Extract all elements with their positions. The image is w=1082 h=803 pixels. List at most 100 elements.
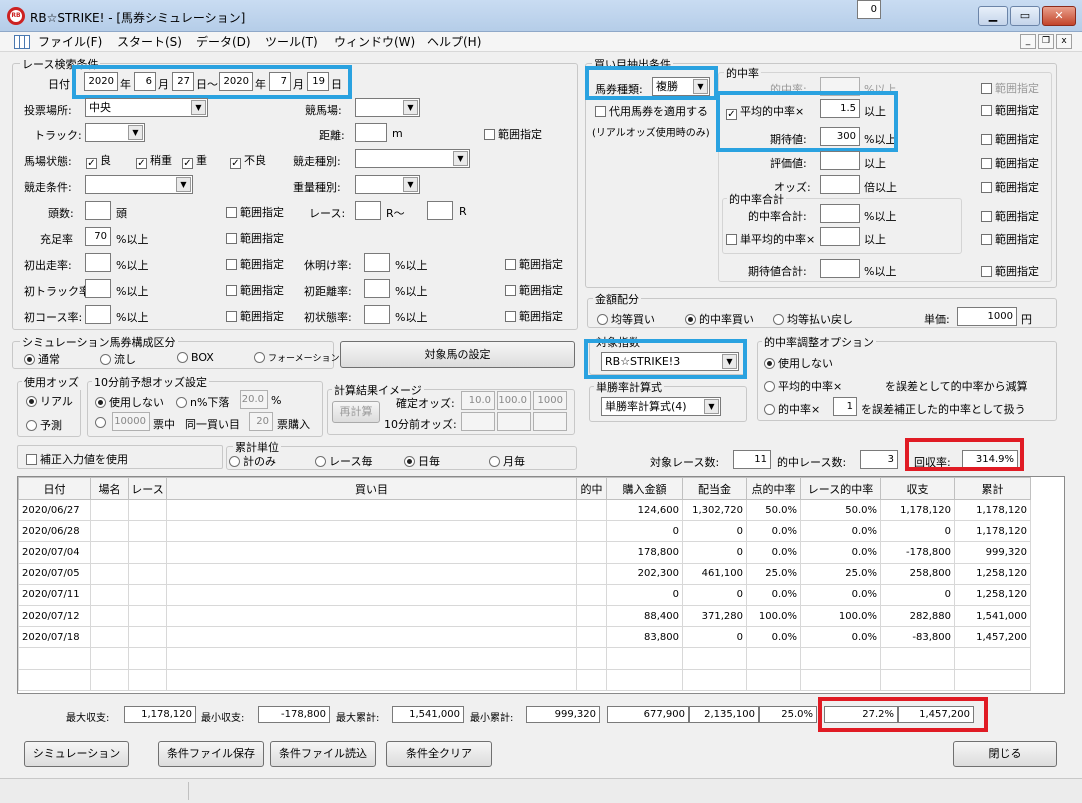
amount-input[interactable]: 10000 [112, 412, 150, 431]
equal-buy-radio[interactable]: 均等買い [597, 311, 655, 327]
col-date[interactable]: 日付 [18, 477, 91, 500]
from-month-input[interactable]: 6 [134, 72, 156, 91]
hit-input[interactable] [820, 77, 860, 96]
mdi-restore-icon[interactable]: ❐ [1038, 34, 1054, 49]
single-avg-input[interactable] [820, 227, 860, 246]
index-select[interactable]: RB☆STRIKE!3 ▼ [601, 352, 739, 371]
to-month-input[interactable]: 7 [269, 72, 291, 91]
exp-total-range-check[interactable]: 範囲指定 [981, 263, 1039, 279]
col-cumulative[interactable]: 累計 [954, 477, 1031, 500]
close-icon[interactable]: ✕ [1042, 6, 1076, 26]
unit-price-input[interactable]: 1000 [957, 307, 1017, 326]
single-avg-check[interactable]: 単平均的中率× [726, 231, 815, 247]
table-row[interactable]: 2020/07/18 83,800 0 0.0% 0.0% -83,800 1,457,20… [18, 626, 1031, 649]
col-payout[interactable]: 配当金 [682, 477, 747, 500]
odds-real-radio[interactable]: リアル [26, 393, 73, 409]
simulate-button[interactable]: シミュレーション [24, 741, 129, 767]
substitute-check[interactable]: 代用馬券を適用する [595, 103, 708, 119]
hit-total-input[interactable] [820, 204, 860, 223]
equal-return-radio[interactable]: 均等払い戻し [773, 311, 853, 327]
heads-range-check[interactable]: 範囲指定 [226, 204, 284, 220]
col-race[interactable]: レース [128, 477, 167, 500]
load-conditions-button[interactable]: 条件ファイル読込 [270, 741, 376, 767]
weight-select[interactable]: ▼ [355, 175, 420, 194]
table-row[interactable]: 2020/07/05 202,300 461,100 25.0% 25.0% 258,80… [18, 562, 1031, 585]
sim-normal-radio[interactable]: 通常 [24, 351, 60, 367]
first-state-input[interactable] [364, 305, 390, 324]
hit-range-check[interactable]: 範囲指定 [981, 80, 1039, 96]
first-course-input[interactable] [85, 305, 111, 324]
race-cond-select[interactable]: ▼ [85, 175, 193, 194]
adjust-avg-input[interactable]: 0 [857, 0, 881, 19]
sim-flow-radio[interactable]: 流し [100, 351, 136, 367]
first-range-check[interactable]: 範囲指定 [226, 256, 284, 272]
hit-total-range-check[interactable]: 範囲指定 [981, 208, 1039, 224]
same-input[interactable]: 20 [249, 412, 273, 431]
venue-select[interactable]: 中央 ▼ [85, 98, 208, 117]
rest-range-check[interactable]: 範囲指定 [505, 256, 563, 272]
cond-heavy-check[interactable]: ✓ 重 [182, 152, 207, 169]
odds10-drop-radio[interactable]: n%下落 [176, 394, 229, 410]
race-to-input[interactable] [427, 201, 453, 220]
table-row[interactable]: 2020/07/12 88,400 371,280 100.0% 100.0% 282,8… [18, 604, 1031, 628]
agg-race-radio[interactable]: レース毎 [315, 453, 372, 469]
agg-total-radio[interactable]: 計のみ [229, 453, 276, 469]
first-input[interactable] [85, 253, 111, 272]
single-avg-range-check[interactable]: 範囲指定 [981, 231, 1039, 247]
first-dist-range-check[interactable]: 範囲指定 [505, 282, 563, 298]
avg-hit-check[interactable]: ✓ 平均的中率× [726, 103, 804, 120]
recalc-button[interactable]: 再計算 [332, 401, 380, 423]
menu-start[interactable]: スタート(S) [114, 32, 185, 52]
agg-month-radio[interactable]: 月毎 [489, 453, 525, 469]
exp-total-input[interactable] [820, 259, 860, 278]
first-track-range-check[interactable]: 範囲指定 [226, 282, 284, 298]
distance-input[interactable] [355, 123, 387, 142]
odds-filter-input[interactable] [820, 175, 860, 194]
sim-formation-radio[interactable]: フォーメーション [254, 351, 339, 364]
correction-check[interactable]: 補正入力値を使用 [26, 451, 128, 467]
to-year-input[interactable]: 2020 [219, 72, 253, 91]
adjust-unused-radio[interactable]: 使用しない [764, 355, 833, 371]
close-button[interactable]: 閉じる [953, 741, 1057, 767]
distance-range-check[interactable]: 範囲指定 [484, 126, 542, 142]
menu-window[interactable]: ウィンドウ(W) [331, 32, 418, 52]
heads-input[interactable] [85, 201, 111, 220]
eval-range-check[interactable]: 範囲指定 [981, 155, 1039, 171]
adjust-rate-radio[interactable]: 的中率× [764, 401, 820, 417]
cond-slightly-check[interactable]: ✓ 稍重 [136, 152, 172, 169]
menu-help[interactable]: ヘルプ(H) [424, 32, 484, 52]
fill-input[interactable]: 70 [85, 227, 111, 246]
results-grid[interactable]: 日付 場名 レース 買い目 的中 購入金額 配当金 点的中率 レース的中率 収支… [17, 476, 1065, 694]
ticket-select[interactable]: 複勝 ▼ [652, 77, 710, 96]
odds10-unused-radio[interactable]: 使用しない [95, 394, 164, 410]
race-from-input[interactable] [355, 201, 381, 220]
avg-range-check[interactable]: 範囲指定 [981, 102, 1039, 118]
odds-forecast-radio[interactable]: 予測 [26, 417, 62, 433]
rest-input[interactable] [364, 253, 390, 272]
fill-range-check[interactable]: 範囲指定 [226, 230, 284, 246]
table-row[interactable]: 2020/06/28 0 0 0.0% 0.0% 0 1,178,120 [18, 520, 1031, 543]
save-conditions-button[interactable]: 条件ファイル保存 [158, 741, 264, 767]
col-race-hit[interactable]: レース的中率 [800, 477, 881, 500]
from-year-input[interactable]: 2020 [84, 72, 118, 91]
exp-range-check[interactable]: 範囲指定 [981, 131, 1039, 147]
hit-buy-radio[interactable]: 的中率買い [685, 311, 754, 327]
cond-good-check[interactable]: ✓ 良 [86, 152, 111, 169]
adjust-rate-input[interactable]: 1 [833, 397, 857, 416]
single-select[interactable]: 単勝率計算式(4) ▼ [601, 397, 721, 416]
exp-input[interactable]: 300 [820, 127, 860, 146]
table-row[interactable]: 2020/07/11 0 0 0.0% 0.0% 0 1,258,120 [18, 583, 1031, 606]
table-row[interactable]: 2020/06/27 124,600 1,302,720 50.0% 50.0% 1,17… [18, 498, 1031, 522]
mdi-minimize-icon[interactable]: _ [1020, 34, 1036, 49]
to-day-input[interactable]: 19 [307, 72, 329, 91]
menu-tools[interactable]: ツール(T) [262, 32, 321, 52]
mdi-close-icon[interactable]: x [1056, 34, 1072, 49]
first-course-range-check[interactable]: 範囲指定 [226, 308, 284, 324]
course-select[interactable]: ▼ [85, 123, 145, 142]
col-venue[interactable]: 場名 [90, 477, 129, 500]
eval-input[interactable] [820, 151, 860, 170]
col-buy[interactable]: 買い目 [166, 477, 577, 500]
table-row[interactable]: 2020/07/04 178,800 0 0.0% 0.0% -178,800 999,32… [18, 541, 1031, 564]
minimize-icon[interactable]: ▁ [978, 6, 1008, 26]
col-purchase[interactable]: 購入金額 [606, 477, 683, 500]
